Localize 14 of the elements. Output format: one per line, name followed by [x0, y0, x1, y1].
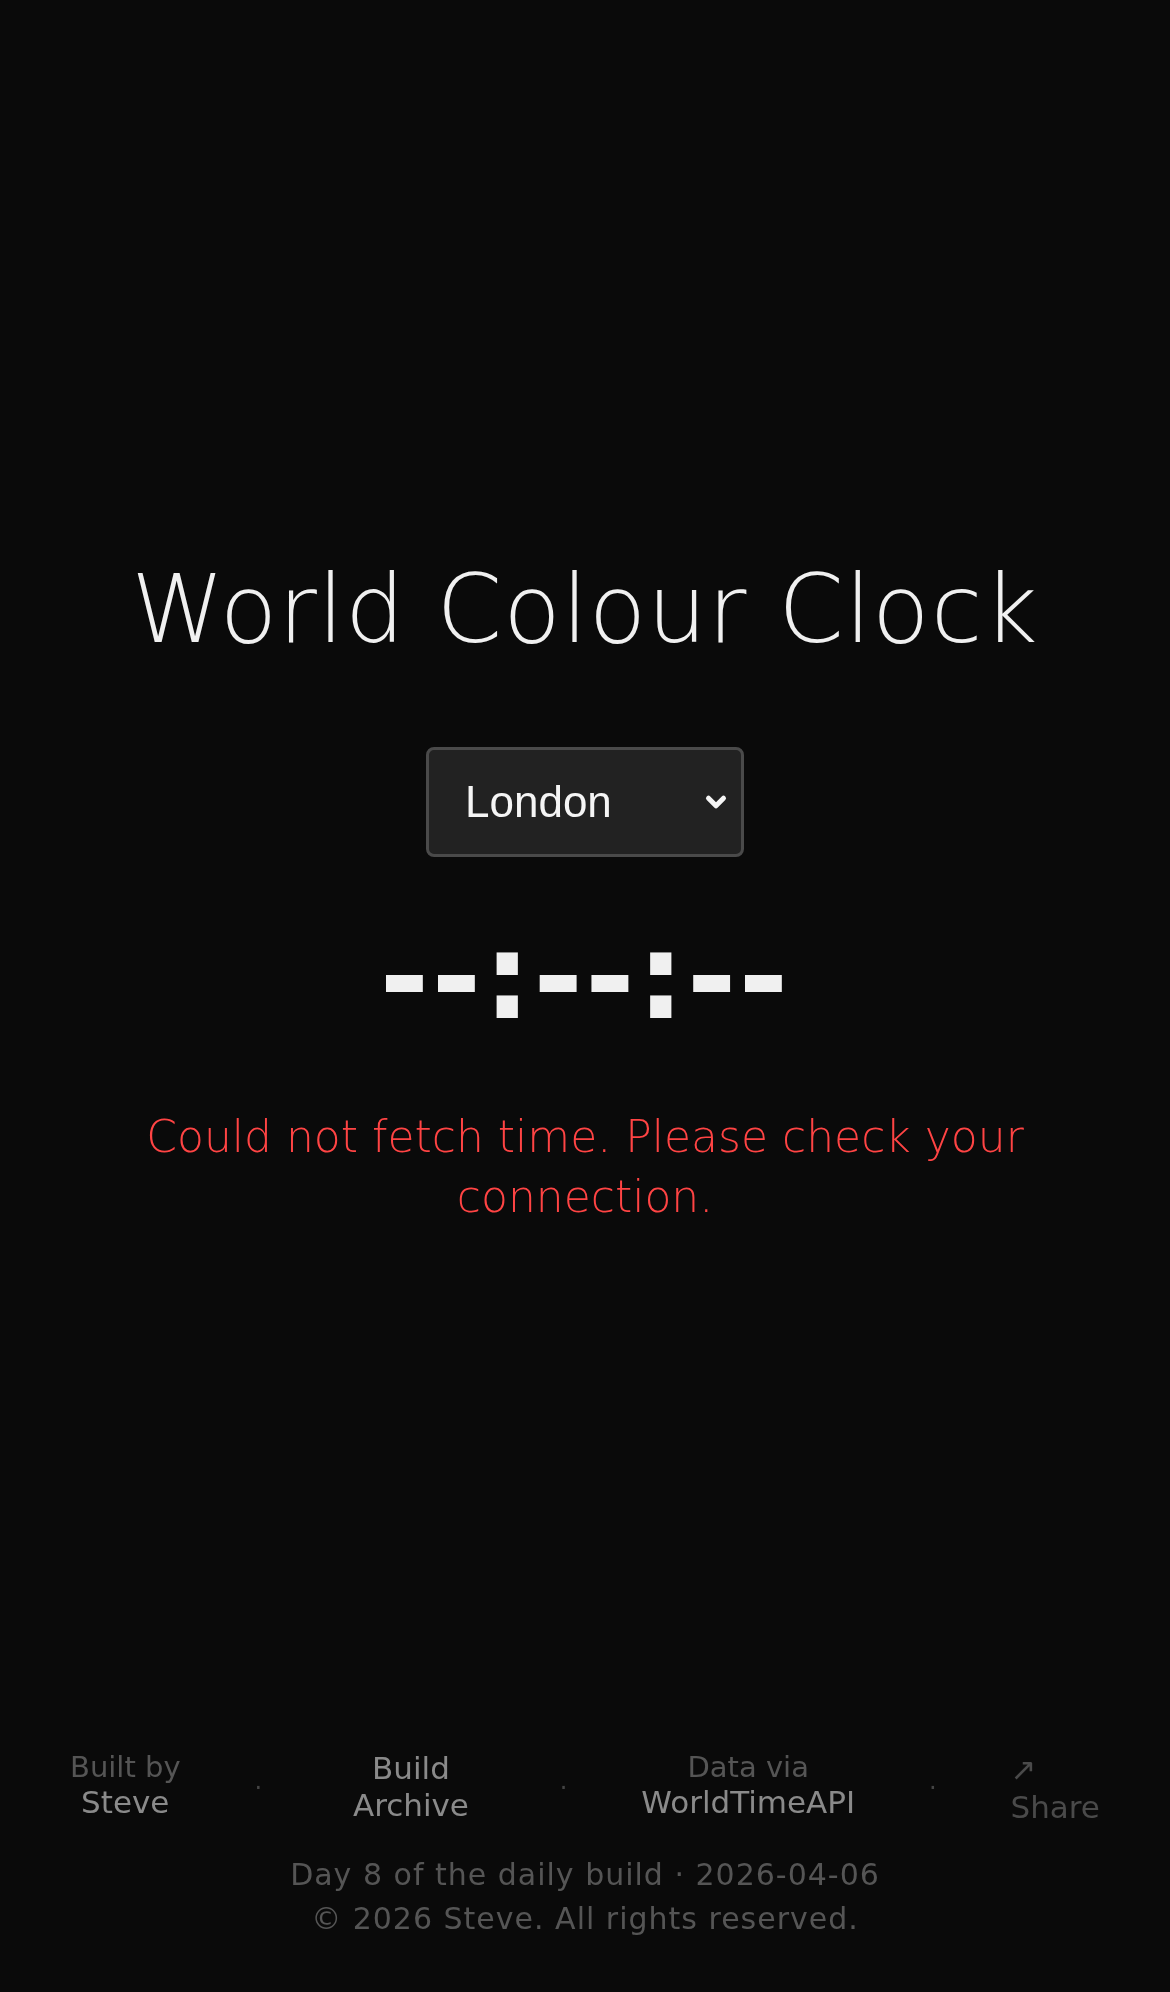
- copyright-text: © 2026 Steve. All rights reserved.: [311, 1899, 859, 1938]
- page-title: World Colour Clock: [131, 563, 1039, 658]
- error-message: Could not fetch time. Please check your connection.: [145, 1110, 1025, 1224]
- separator-dot: ·: [928, 1772, 937, 1804]
- archive-link[interactable]: Build Archive: [335, 1749, 486, 1824]
- separator-dot: ·: [254, 1772, 263, 1804]
- credit-label: Data via: [687, 1749, 809, 1785]
- city-select[interactable]: London: [426, 747, 744, 858]
- clock-display: --:--:--: [379, 917, 791, 1038]
- build-info: Day 8 of the daily build · 2026-04-06: [290, 1856, 880, 1894]
- credit-label: Built by: [70, 1749, 181, 1785]
- credit-link[interactable]: WorldTimeAPI: [641, 1784, 856, 1822]
- separator-dot: ·: [559, 1772, 568, 1804]
- credit-link[interactable]: Steve: [81, 1784, 170, 1822]
